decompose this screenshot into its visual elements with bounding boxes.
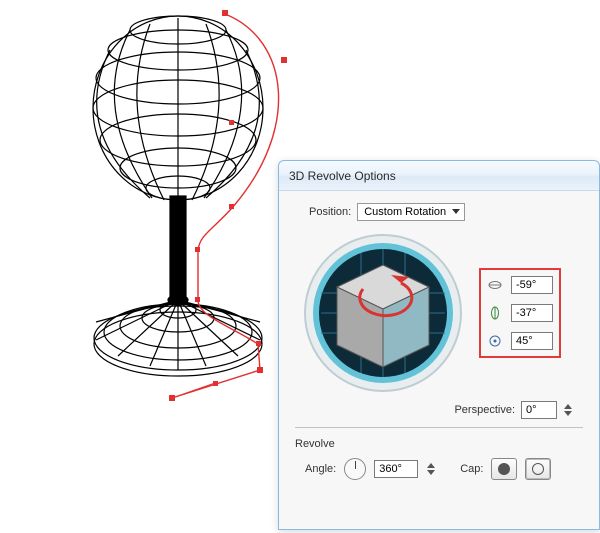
chevron-down-icon: [452, 209, 460, 214]
rotation-trackball[interactable]: [301, 231, 465, 395]
position-select[interactable]: Custom Rotation: [357, 203, 465, 221]
rotate-z-icon: [487, 333, 503, 349]
perspective-input[interactable]: 0°: [521, 401, 557, 419]
angle-label: Angle:: [305, 463, 336, 475]
angle-dial[interactable]: [344, 458, 366, 480]
angle-input[interactable]: 360°: [374, 460, 418, 478]
dialog-title: 3D Revolve Options: [289, 169, 396, 183]
angle-stepper[interactable]: [426, 461, 436, 477]
perspective-label: Perspective:: [454, 404, 515, 416]
dialog-titlebar[interactable]: 3D Revolve Options: [279, 161, 599, 191]
cap-hollow-button[interactable]: [525, 458, 551, 480]
rotate-x-input[interactable]: -59°: [511, 276, 553, 294]
rotate-y-icon: [487, 305, 503, 321]
cap-label: Cap:: [460, 463, 483, 475]
cap-solid-icon: [498, 463, 510, 475]
rotate-z-input[interactable]: 45°: [511, 332, 553, 350]
rotation-values-highlight: -59° -37° 45°: [479, 268, 561, 358]
divider: [295, 427, 583, 428]
position-value: Custom Rotation: [364, 206, 446, 218]
cap-hollow-icon: [532, 463, 544, 475]
perspective-stepper[interactable]: [563, 402, 573, 418]
rotate-x-icon: [487, 277, 503, 293]
revolve-dialog: 3D Revolve Options Position: Custom Rota…: [278, 160, 600, 530]
revolve-group-label: Revolve: [295, 438, 583, 450]
cap-solid-button[interactable]: [491, 458, 517, 480]
position-label: Position:: [309, 206, 351, 218]
rotate-y-input[interactable]: -37°: [511, 304, 553, 322]
